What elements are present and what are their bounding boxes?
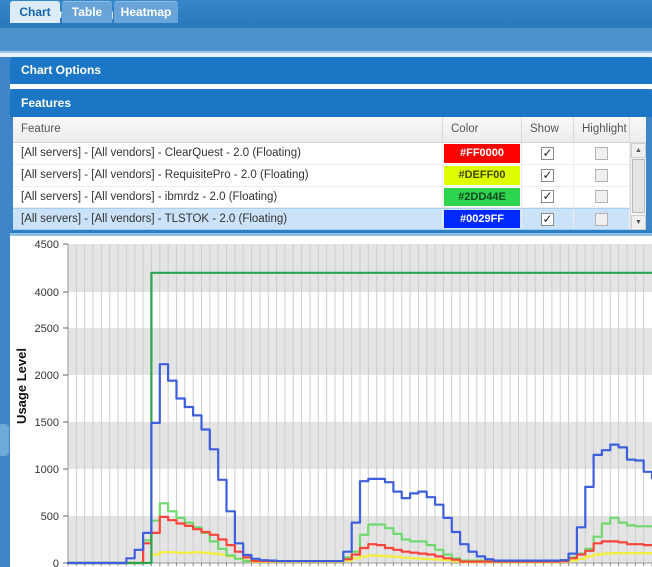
y-tick-label: 1000 [35,464,59,476]
scrollbar-thumb[interactable] [632,159,645,213]
table-row[interactable]: [All servers] - [All vendors] - TLSTOK -… [13,208,646,230]
table-row[interactable]: [All servers] - [All vendors] - ibmrdz -… [13,187,646,209]
color-swatch[interactable]: #0029FF [444,210,520,228]
highlight-checkbox[interactable] [595,213,608,226]
show-checkbox[interactable]: ✓ [541,147,554,160]
table-row[interactable]: [All servers] - [All vendors] - Requisit… [13,165,646,187]
y-tick-label: 2000 [35,370,59,382]
features-table: Feature Color Show Highlight [All server… [13,117,646,230]
tab-table[interactable]: Table [62,1,112,23]
feature-name: [All servers] - [All vendors] - ibmrdz -… [13,191,277,203]
y-tick-label: 0 [53,558,59,567]
chart-options-label: Chart Options [21,63,101,77]
y-axis-label: Usage Level [14,348,29,424]
feature-name: [All servers] - [All vendors] - ClearQue… [13,147,301,159]
license-usage-window: ↻ License Usage Chart Table Heatmap Char… [0,0,652,567]
tab-chart[interactable]: Chart [10,1,60,23]
color-swatch[interactable]: #FF0000 [444,144,520,163]
y-tick-label: 4000 [35,287,59,299]
features-label: Features [21,96,71,110]
features-column-header-row: Feature Color Show Highlight [13,117,646,143]
tab-strip [0,28,652,51]
color-swatch[interactable]: #2DD44E [444,188,520,207]
show-checkbox[interactable]: ✓ [541,169,554,182]
y-tick-label: 500 [41,511,59,523]
highlight-checkbox[interactable] [595,169,608,182]
usage-chart-panel: 0 500 1000 1500 2000 2500 4000 4500 Usage Level [10,236,652,567]
usage-chart: 0 500 1000 1500 2000 2500 4000 4500 Usage Level [10,236,652,567]
column-header-feature[interactable]: Feature [13,117,443,142]
column-header-scroll-spacer [630,117,646,142]
highlight-checkbox[interactable] [595,190,608,203]
y-tick-label: 2500 [35,323,59,335]
show-checkbox[interactable]: ✓ [541,190,554,203]
tab-heatmap[interactable]: Heatmap [114,1,178,23]
y-tick-label: 1500 [35,417,59,429]
features-scrollbar[interactable]: ▲ ▼ [630,143,646,230]
show-checkbox[interactable]: ✓ [541,213,554,226]
feature-name: [All servers] - [All vendors] - Requisit… [13,169,309,181]
color-swatch[interactable]: #DEFF00 [444,166,520,185]
scroll-down-button[interactable]: ▼ [631,215,646,230]
y-tick-label: 4500 [35,239,59,251]
panel-collapse-handle[interactable] [0,424,9,456]
column-header-highlight[interactable]: Highlight [574,117,630,142]
scroll-up-button[interactable]: ▲ [631,143,646,158]
table-row[interactable]: [All servers] - [All vendors] - ClearQue… [13,143,646,165]
features-header[interactable]: Features [10,89,652,117]
feature-name: [All servers] - [All vendors] - TLSTOK -… [13,213,287,225]
highlight-checkbox[interactable] [595,147,608,160]
column-header-color[interactable]: Color [443,117,522,142]
column-header-show[interactable]: Show [522,117,574,142]
features-rows-area: [All servers] - [All vendors] - ClearQue… [13,143,646,230]
chart-options-header[interactable]: Chart Options [10,57,652,84]
